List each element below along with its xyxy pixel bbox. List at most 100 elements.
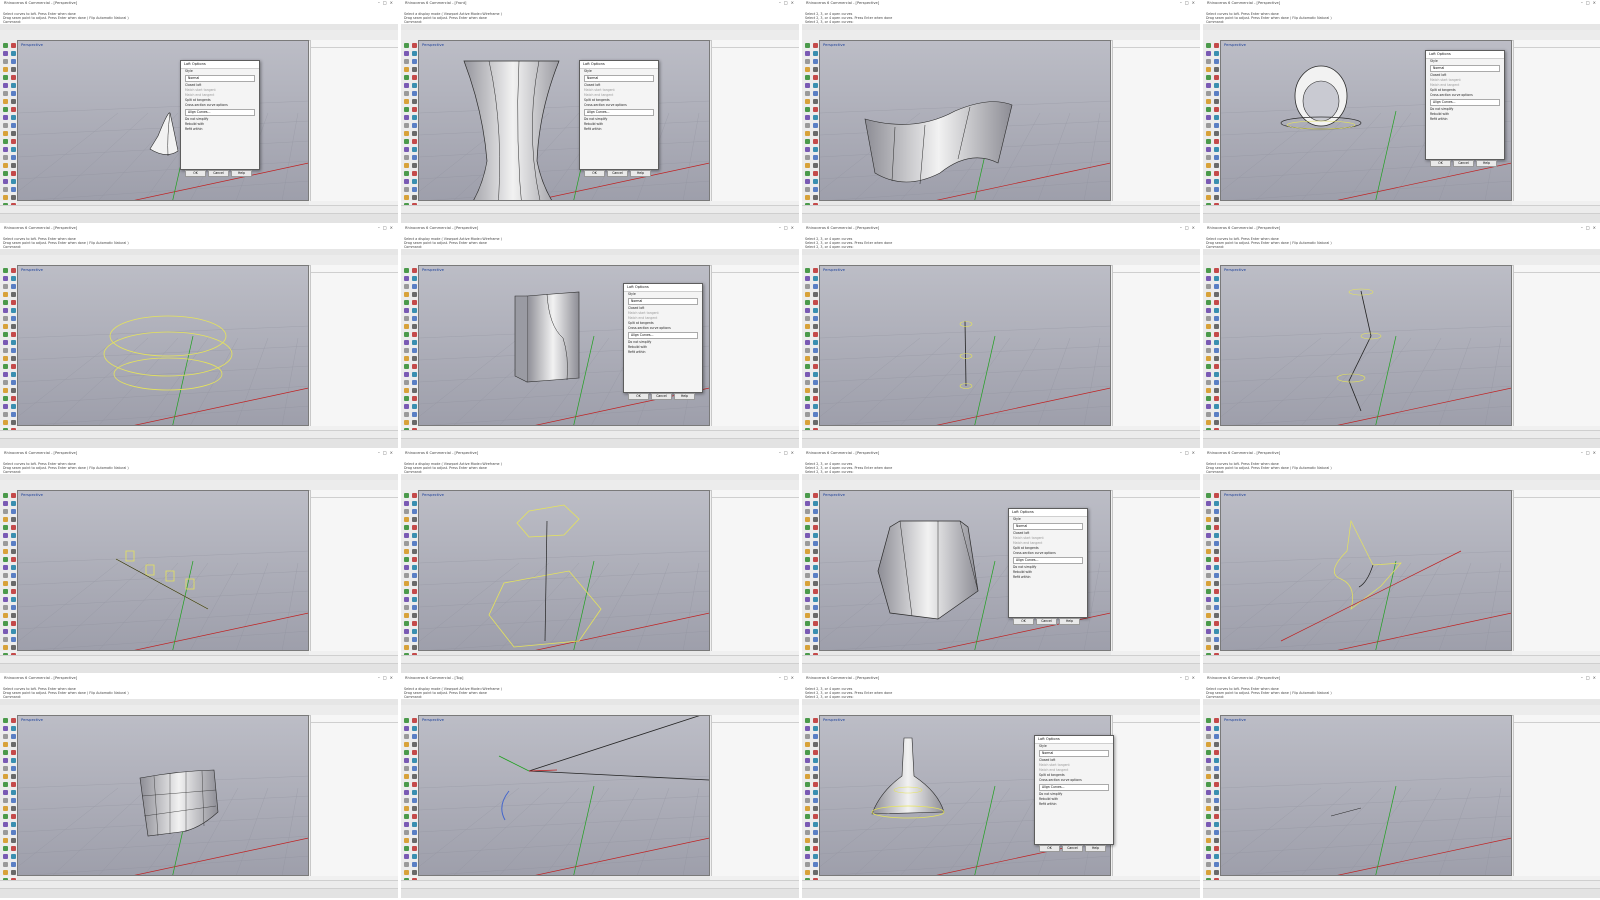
tool-icon[interactable]: [404, 734, 409, 739]
tool-icon[interactable]: [404, 621, 409, 626]
tool-icon[interactable]: [813, 862, 818, 867]
tool-icon[interactable]: [813, 645, 818, 650]
tool-icon[interactable]: [813, 525, 818, 530]
tool-icon[interactable]: [404, 163, 409, 168]
tool-icon[interactable]: [3, 171, 8, 176]
viewport-label[interactable]: Perspective: [823, 42, 845, 47]
tool-icon[interactable]: [412, 300, 417, 305]
tool-icon[interactable]: [404, 581, 409, 586]
tool-icon[interactable]: [3, 187, 8, 192]
align-curves-button[interactable]: Align Curves...: [1430, 99, 1500, 106]
tool-icon[interactable]: [1206, 396, 1211, 401]
tool-icon[interactable]: [11, 187, 16, 192]
tool-icon[interactable]: [1206, 774, 1211, 779]
align-curves-button[interactable]: Align Curves...: [584, 109, 654, 116]
tool-icon[interactable]: [1214, 308, 1219, 313]
tool-icon[interactable]: [1214, 171, 1219, 176]
tool-icon[interactable]: [412, 573, 417, 578]
tool-icon[interactable]: [813, 356, 818, 361]
tool-icon[interactable]: [1214, 541, 1219, 546]
tool-icon[interactable]: [805, 324, 810, 329]
tool-icon[interactable]: [1214, 332, 1219, 337]
tool-icon[interactable]: [813, 179, 818, 184]
tool-icon[interactable]: [1206, 364, 1211, 369]
tool-icon[interactable]: [3, 276, 8, 281]
tool-icon[interactable]: [3, 806, 8, 811]
tool-icon[interactable]: [3, 99, 8, 104]
tool-icon[interactable]: [404, 308, 409, 313]
tool-icon[interactable]: [412, 316, 417, 321]
tool-icon[interactable]: [1206, 581, 1211, 586]
tool-icon[interactable]: [1214, 340, 1219, 345]
tool-icon[interactable]: [1206, 372, 1211, 377]
tool-icon[interactable]: [412, 163, 417, 168]
tool-icon[interactable]: [805, 51, 810, 56]
tool-icon[interactable]: [1214, 718, 1219, 723]
tool-icon[interactable]: [1214, 123, 1219, 128]
tool-icon[interactable]: [1206, 613, 1211, 618]
tool-icon[interactable]: [805, 364, 810, 369]
tool-icon[interactable]: [805, 372, 810, 377]
tool-icon[interactable]: [11, 75, 16, 80]
tool-icon[interactable]: [404, 83, 409, 88]
tool-icon[interactable]: [11, 525, 16, 530]
tool-icon[interactable]: [404, 870, 409, 875]
tool-icon[interactable]: [813, 493, 818, 498]
tool-icon[interactable]: [1214, 388, 1219, 393]
tool-icon[interactable]: [1214, 284, 1219, 289]
tool-icon[interactable]: [805, 412, 810, 417]
tool-icon[interactable]: [813, 854, 818, 859]
tool-icon[interactable]: [805, 123, 810, 128]
tool-icon[interactable]: [11, 806, 16, 811]
tool-icon[interactable]: [813, 195, 818, 200]
tool-icon[interactable]: [3, 179, 8, 184]
tool-icon[interactable]: [805, 597, 810, 602]
tool-icon[interactable]: [813, 268, 818, 273]
tool-icon[interactable]: [813, 750, 818, 755]
tool-icon[interactable]: [3, 396, 8, 401]
dialog-button-help[interactable]: Help: [674, 393, 695, 400]
tool-icon[interactable]: [805, 533, 810, 538]
viewport-perspective[interactable]: Perspective: [1220, 715, 1512, 876]
tool-icon[interactable]: [805, 854, 810, 859]
tool-icon[interactable]: [813, 629, 818, 634]
tool-icon[interactable]: [813, 565, 818, 570]
tool-icon[interactable]: [404, 404, 409, 409]
tool-icon[interactable]: [412, 718, 417, 723]
tool-icon[interactable]: [404, 332, 409, 337]
dialog-button-help[interactable]: Help: [1085, 845, 1106, 852]
tool-icon[interactable]: [11, 276, 16, 281]
tool-icon[interactable]: [1206, 573, 1211, 578]
tool-icon[interactable]: [11, 420, 16, 425]
tool-icon[interactable]: [1206, 412, 1211, 417]
tool-icon[interactable]: [11, 139, 16, 144]
tool-icon[interactable]: [404, 838, 409, 843]
simplify-radio[interactable]: Refit within: [624, 350, 702, 355]
tool-icon[interactable]: [3, 163, 8, 168]
style-select[interactable]: Normal: [628, 298, 698, 305]
tool-icon[interactable]: [412, 758, 417, 763]
tool-icon[interactable]: [412, 806, 417, 811]
tool-icon[interactable]: [404, 597, 409, 602]
tool-icon[interactable]: [3, 364, 8, 369]
tool-icon[interactable]: [404, 613, 409, 618]
tool-icon[interactable]: [404, 59, 409, 64]
tool-icon[interactable]: [3, 493, 8, 498]
tool-icon[interactable]: [412, 862, 417, 867]
tool-icon[interactable]: [813, 292, 818, 297]
tool-icon[interactable]: [404, 324, 409, 329]
tool-icon[interactable]: [805, 758, 810, 763]
tool-icon[interactable]: [1214, 396, 1219, 401]
tool-icon[interactable]: [3, 324, 8, 329]
tool-icon[interactable]: [1206, 766, 1211, 771]
tool-icon[interactable]: [1206, 332, 1211, 337]
tool-icon[interactable]: [412, 501, 417, 506]
tool-icon[interactable]: [3, 75, 8, 80]
tool-icon[interactable]: [1206, 565, 1211, 570]
tool-icon[interactable]: [412, 348, 417, 353]
tool-icon[interactable]: [11, 123, 16, 128]
tool-icon[interactable]: [813, 718, 818, 723]
tool-icon[interactable]: [1214, 67, 1219, 72]
tool-icon[interactable]: [11, 364, 16, 369]
tool-icon[interactable]: [805, 155, 810, 160]
